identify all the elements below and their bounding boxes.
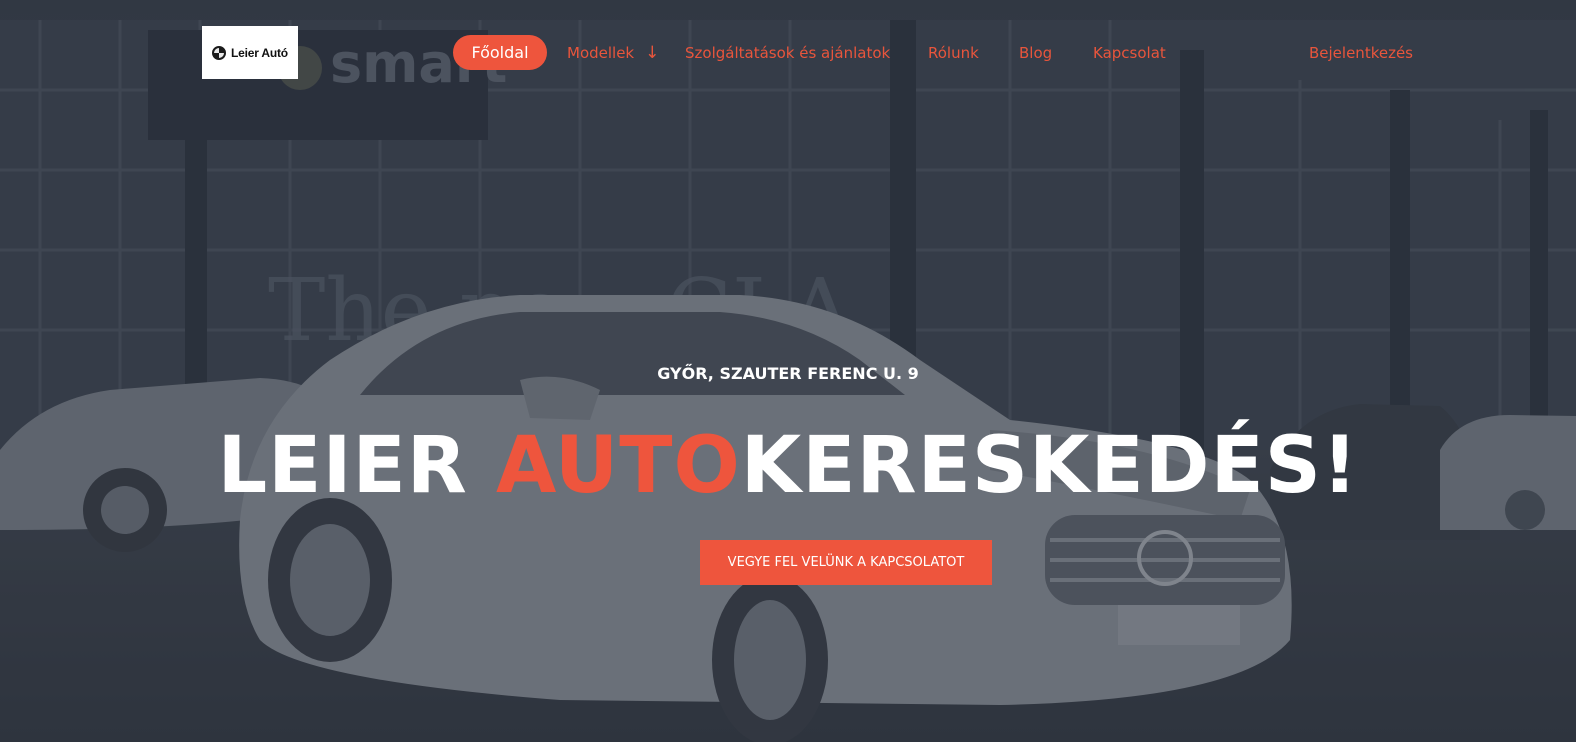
headline-part-auto: AUTO <box>495 421 741 511</box>
logo-text: Leier Autó <box>231 45 288 60</box>
nav-item-models-label: Modellek <box>567 43 635 62</box>
nav-item-services[interactable]: Szolgáltatások és ajánlatok <box>685 35 890 70</box>
hero-address: GYŐR, SZAUTER FERENC U. 9 <box>657 364 919 383</box>
nav-item-home[interactable]: Főoldal <box>453 35 547 70</box>
nav-item-about-label: Rólunk <box>928 43 979 62</box>
headline-part-leier: LEIER <box>217 421 496 511</box>
arrow-down-icon: ↓ <box>645 42 660 63</box>
nav-item-contact[interactable]: Kapcsolat <box>1093 35 1166 70</box>
contact-us-button[interactable]: VEGYE FEL VELÜNK A KAPCSOLATOT <box>700 540 992 585</box>
hero-section: smart The new CLA Leier Autó <box>0 0 1576 742</box>
contact-us-button-label: VEGYE FEL VELÜNK A KAPCSOLATOT <box>727 555 965 570</box>
nav-item-services-label: Szolgáltatások és ajánlatok <box>685 43 891 62</box>
car-brand-emblem-icon <box>212 45 227 60</box>
nav-item-about[interactable]: Rólunk <box>928 35 979 70</box>
nav-item-home-label: Főoldal <box>471 43 529 62</box>
hero-headline: LEIER AUTOKERESKEDÉS! <box>0 418 1576 514</box>
nav-item-models[interactable]: Modellek ↓ <box>567 35 659 70</box>
nav-item-login[interactable]: Bejelentkezés <box>1309 35 1413 70</box>
nav-item-contact-label: Kapcsolat <box>1093 43 1166 62</box>
nav-item-login-label: Bejelentkezés <box>1309 43 1413 62</box>
nav-item-blog[interactable]: Blog <box>1019 35 1052 70</box>
site-logo[interactable]: Leier Autó <box>202 26 298 79</box>
nav-item-blog-label: Blog <box>1019 43 1053 62</box>
headline-part-kereskedes: KERESKEDÉS! <box>740 421 1359 511</box>
